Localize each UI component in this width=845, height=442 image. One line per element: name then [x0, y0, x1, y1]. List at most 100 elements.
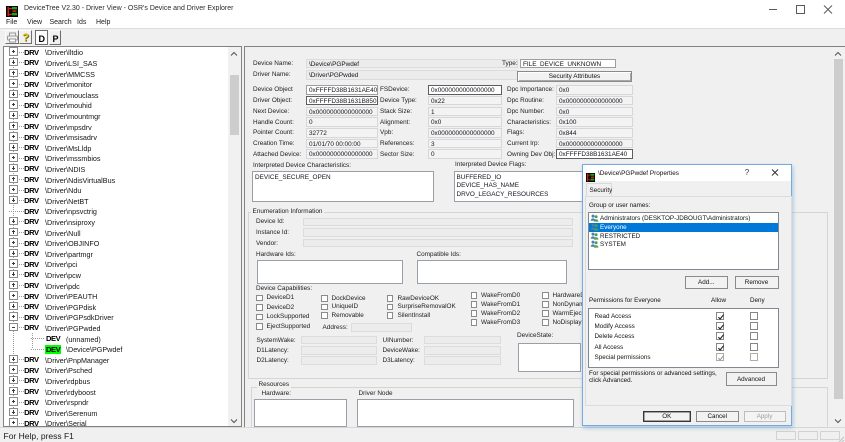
d1latency-value[interactable]	[301, 346, 377, 355]
maximize-button[interactable]	[787, 0, 813, 19]
tree-expand-plus-icon[interactable]	[9, 164, 18, 173]
field-value-fsdevice[interactable]: 0x0000000000000000	[428, 85, 502, 95]
tree-item-driver-mouhid[interactable]: DRV\Driver\mouhid	[5, 100, 228, 111]
capability-checkbox-ejectsupported[interactable]	[256, 323, 263, 330]
tree-item-driver-objinfo[interactable]: DRV\Driver\OBJINFO	[5, 237, 228, 248]
capability-checkbox-rawdeviceok[interactable]	[387, 295, 394, 302]
field-value-handle-count[interactable]: 0	[306, 117, 378, 127]
tree-expand-plus-icon[interactable]	[9, 238, 18, 247]
systemwake-value[interactable]	[301, 336, 377, 345]
tree-item-driver-pgpdisk[interactable]: DRV\Driver\PGPdisk	[5, 301, 228, 312]
field-value-sector-size[interactable]: 0	[428, 149, 502, 159]
allow-checkbox-checked[interactable]	[716, 312, 724, 320]
field-value-dpc-routine[interactable]: 0x0000000000000000	[556, 96, 633, 106]
tree-item-driver-partmgr[interactable]: DRV\Driver\partmgr	[5, 248, 228, 259]
field-value-device-type[interactable]: 0x22	[428, 96, 502, 106]
minimize-button[interactable]	[760, 0, 786, 19]
tree-item-driver-mouclass[interactable]: DRV\Driver\mouclass	[5, 89, 228, 100]
allow-checkbox-checked[interactable]	[716, 322, 724, 330]
tree-item-driver-lltdio[interactable]: DRV\Driver\lltdio	[5, 47, 228, 58]
capability-checkbox-wakefromd1[interactable]	[471, 301, 478, 308]
group-item-everyone[interactable]: Everyone	[589, 223, 778, 232]
group-item-administrators[interactable]: Administrators (DESKTOP-JDBOUGT\Administ…	[589, 214, 778, 223]
add-button[interactable]: Add...	[685, 276, 729, 290]
field-value-attached-device[interactable]: 0x0000000000000000	[306, 149, 378, 159]
tree-item-driver-ndu[interactable]: DRV\Driver\Ndu	[5, 184, 228, 195]
tree-expand-plus-icon[interactable]	[9, 122, 18, 131]
tree-item-driver-pnpmanager[interactable]: DRV\Driver\PnpManager	[5, 354, 228, 365]
capability-checkbox-uniqueid[interactable]	[321, 304, 328, 311]
tree-item-driver-lsi-sas[interactable]: DRV\Driver\LSI_SAS	[5, 57, 228, 68]
tree-expand-plus-icon[interactable]	[9, 132, 18, 141]
tree-item-driver-null[interactable]: DRV\Driver\Null	[5, 227, 228, 238]
permissions-list[interactable]: Read AccessModify AccessDelete AccessAll…	[588, 308, 779, 368]
driver-view-button[interactable]: D	[35, 30, 48, 45]
print-button[interactable]	[5, 30, 19, 44]
field-value-device-object[interactable]: 0xFFFFD38B1631AE40	[306, 85, 378, 95]
hardware-ids-box[interactable]	[257, 260, 403, 284]
tree-expand-plus-icon[interactable]	[9, 397, 18, 406]
tree-expand-plus-icon[interactable]	[9, 408, 18, 417]
tree-item-driver-msisadrv[interactable]: DRV\Driver\msisadrv	[5, 131, 228, 142]
tree-item-driver-mssmbios[interactable]: DRV\Driver\mssmbios	[5, 153, 228, 164]
capability-checkbox-nondynamic[interactable]	[542, 301, 549, 308]
capability-checkbox-hardwaredisabled[interactable]	[542, 292, 549, 299]
device-name-value[interactable]: \Device\PGPwdef	[306, 59, 518, 69]
capability-checkbox-removable[interactable]	[321, 312, 328, 319]
tree-expand-plus-icon[interactable]	[9, 281, 18, 290]
devicewake-value[interactable]	[424, 346, 501, 355]
compatible-ids-box[interactable]	[417, 260, 568, 284]
tree-expand-plus-icon[interactable]	[9, 387, 18, 396]
tree-expand-plus-icon[interactable]	[9, 111, 18, 120]
tab-security[interactable]: Security	[586, 183, 612, 196]
close-button[interactable]	[815, 0, 841, 19]
tree-expand-plus-icon[interactable]	[9, 355, 18, 364]
tree-expand-plus-icon[interactable]	[9, 153, 18, 162]
address-value[interactable]	[351, 323, 412, 332]
capability-checkbox-silentinstall[interactable]	[387, 312, 394, 319]
apply-button[interactable]: Apply	[744, 411, 786, 423]
tree-scroll-up-icon[interactable]	[228, 47, 241, 60]
capability-checkbox-nodisplayinui[interactable]	[542, 319, 549, 326]
instance-id-value[interactable]	[303, 228, 573, 237]
vendor-value[interactable]	[303, 239, 573, 248]
menu-item-search[interactable]: Search	[50, 19, 72, 26]
tree-item-driver-nsiproxy[interactable]: DRV\Driver\nsiproxy	[5, 216, 228, 227]
type-value[interactable]: FILE_DEVICE_UNKNOWN	[520, 59, 616, 69]
group-item-system[interactable]: SYSTEM	[589, 240, 778, 249]
dialog-help-button[interactable]: ?	[740, 166, 754, 179]
capability-checkbox-deviced2[interactable]	[256, 304, 263, 311]
capability-checkbox-surpriseremovalok[interactable]	[387, 304, 394, 311]
tree-item-driver-serial[interactable]: DRV\Driver\Serial	[5, 418, 228, 426]
dialog-close-button[interactable]	[768, 166, 782, 179]
tree-item-driver-mmcss[interactable]: DRV\Driver\MMCSS	[5, 68, 228, 79]
tree-expand-plus-icon[interactable]	[9, 175, 18, 184]
menu-item-view[interactable]: View	[27, 19, 42, 26]
tree-item-driver-pdc[interactable]: DRV\Driver\pdc	[5, 280, 228, 291]
group-names-list[interactable]: Administrators (DESKTOP-JDBOUGT\Administ…	[588, 212, 779, 271]
field-value-next-device[interactable]: 0x0000000000000000	[306, 107, 378, 117]
tree-item-driver-rdpbus[interactable]: DRV\Driver\rdpbus	[5, 375, 228, 386]
tree-expand-plus-icon[interactable]	[9, 58, 18, 67]
field-value-characteristics[interactable]: 0x100	[556, 117, 633, 127]
field-value-pointer-count[interactable]: 32772	[306, 128, 378, 138]
remove-button[interactable]: Remove	[735, 276, 779, 290]
tree-expand-plus-icon[interactable]	[9, 217, 18, 226]
tree-expand-plus-icon[interactable]	[9, 100, 18, 109]
tree-item-driver-psched[interactable]: DRV\Driver\Psched	[5, 365, 228, 376]
tree-scroll-down-icon[interactable]	[228, 414, 241, 427]
deny-checkbox-unchecked[interactable]	[750, 322, 758, 330]
tree-expand-plus-icon[interactable]	[9, 79, 18, 88]
tree-expand-plus-icon[interactable]	[9, 259, 18, 268]
tree-item-driver-rspndr[interactable]: DRV\Driver\rspndr	[5, 396, 228, 407]
allow-checkbox-checked[interactable]	[716, 353, 724, 361]
field-value-dpc-importance[interactable]: 0x0	[556, 85, 633, 95]
device-id-value[interactable]	[303, 218, 573, 227]
tree-expand-plus-icon[interactable]	[9, 270, 18, 279]
field-value-vpb[interactable]: 0x0000000000000000	[428, 128, 502, 138]
tree-expand-plus-icon[interactable]	[9, 47, 18, 56]
panel-scrollbar-thumb[interactable]	[834, 59, 844, 399]
field-value-alignment[interactable]: 0x0	[428, 117, 502, 127]
help-button[interactable]: ?	[19, 30, 32, 44]
menu-item-ids[interactable]: Ids	[77, 19, 86, 26]
